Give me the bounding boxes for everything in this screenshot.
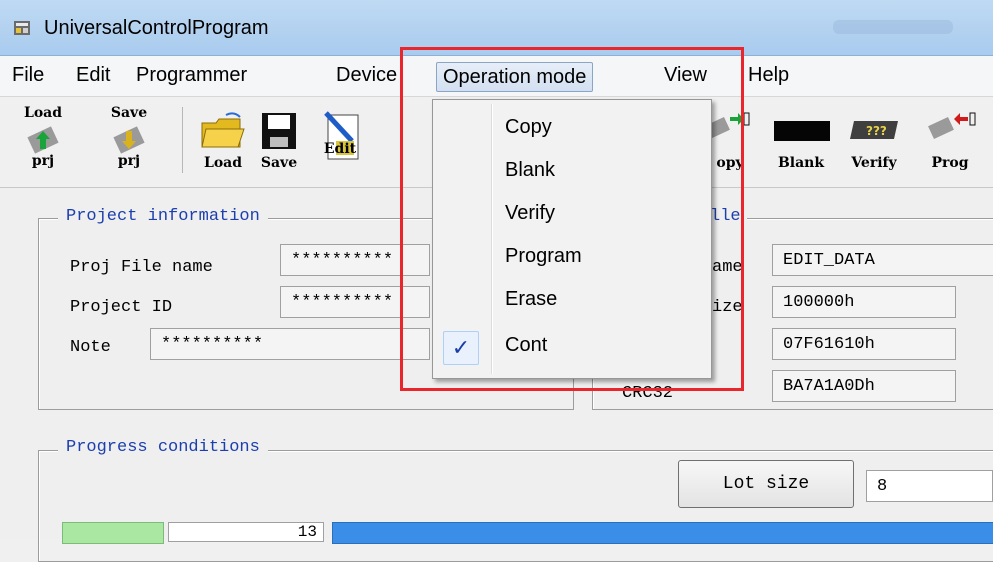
edit-label: Edit (323, 141, 357, 157)
menu-programmer[interactable]: Programmer (136, 64, 247, 87)
blank-button[interactable]: Blank (766, 105, 836, 177)
pass-count-field: 13 (168, 522, 324, 542)
file-name-field[interactable]: EDIT_DATA (772, 244, 993, 276)
verify-label: Verify (851, 155, 897, 171)
load-project-label-bottom: prj (31, 153, 55, 169)
menu-device[interactable]: Device (336, 64, 397, 87)
floppy-disk-icon (262, 113, 296, 149)
load-button[interactable]: Load (196, 105, 250, 177)
verify-chip-icon: ??? (850, 121, 898, 139)
menu-edit[interactable]: Edit (76, 64, 110, 87)
progress-conditions-title: Progress conditions (58, 438, 268, 457)
save-button[interactable]: Save (252, 105, 306, 177)
file-size-field[interactable]: 100000h (772, 286, 956, 318)
verify-button[interactable]: ??? Verify (838, 105, 910, 177)
menu-help[interactable]: Help (748, 64, 789, 87)
progress-bar (332, 522, 993, 544)
checksum-field[interactable]: 07F61610h (772, 328, 956, 360)
edit-document-icon (324, 111, 359, 160)
save-project-icon (113, 126, 145, 154)
save-label: Save (260, 155, 298, 171)
open-folder-icon (201, 112, 245, 148)
note-field[interactable]: ********** (150, 328, 430, 360)
toolbar-separator (182, 107, 183, 173)
window-title: UniversalControlProgram (44, 17, 269, 39)
annotation-highlight-box (400, 47, 744, 391)
crc32-field[interactable]: BA7A1A0Dh (772, 370, 956, 402)
prog-label: Prog (931, 155, 969, 171)
program-device-icon (928, 112, 976, 139)
pass-indicator (62, 522, 164, 544)
svg-text:???: ??? (866, 124, 887, 138)
project-id-label: Project ID (70, 298, 173, 317)
load-project-icon (27, 126, 59, 154)
save-project-label-top: Save (110, 105, 148, 121)
title-bar-right-area (833, 20, 953, 34)
project-info-title: Project information (58, 207, 268, 226)
blank-chip-icon (774, 121, 830, 141)
lot-size-button[interactable]: Lot size (678, 460, 854, 508)
edit-button[interactable]: Edit (314, 105, 374, 177)
proj-file-name-label: Proj File name (70, 258, 213, 277)
lot-size-field[interactable]: 8 (866, 470, 993, 502)
load-project-button[interactable]: Load prj (16, 105, 70, 177)
app-icon (14, 21, 30, 35)
load-label: Load (203, 155, 243, 171)
save-project-button[interactable]: Save prj (102, 105, 156, 177)
blank-label: Blank (777, 155, 825, 171)
program-button[interactable]: Prog (918, 105, 982, 177)
note-label: Note (70, 338, 111, 357)
save-project-label-bottom: prj (117, 153, 141, 169)
menu-file[interactable]: File (12, 64, 44, 87)
load-project-label-top: Load (23, 105, 63, 121)
